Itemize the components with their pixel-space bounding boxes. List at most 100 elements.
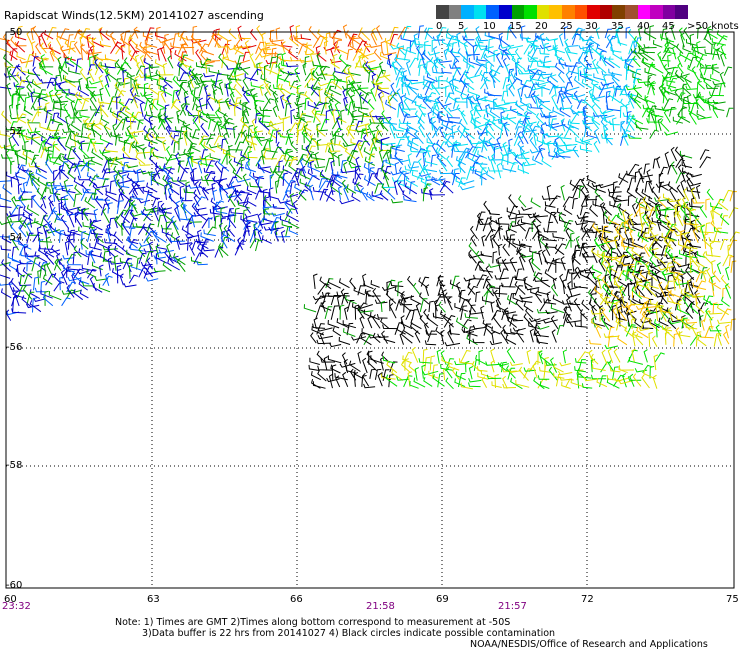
- wind-barb: [68, 212, 75, 228]
- wind-barb: [288, 226, 299, 236]
- wind-barb: [303, 304, 317, 313]
- wind-barb: [343, 328, 356, 337]
- legend-label: 15: [509, 21, 522, 32]
- wind-barb: [296, 129, 303, 144]
- wind-barb: [208, 144, 222, 149]
- wind-barb: [541, 156, 552, 168]
- wind-barb: [609, 120, 620, 126]
- legend-label: 20: [535, 21, 548, 32]
- wind-barb: [470, 118, 482, 131]
- wind-barb: [428, 300, 434, 313]
- wind-barb: [628, 356, 644, 365]
- legend-swatch: [650, 5, 663, 19]
- wind-barb: [331, 169, 343, 180]
- wind-barb: [60, 103, 65, 118]
- legend-swatch: [461, 5, 474, 19]
- wind-barb: [400, 319, 413, 330]
- wind-barb: [575, 137, 585, 145]
- wind-barb: [281, 42, 292, 54]
- wind-barb: [548, 195, 561, 207]
- wind-barb: [446, 113, 461, 119]
- wind-barb: [226, 39, 232, 54]
- wind-barb: [600, 361, 612, 373]
- wind-barb: [685, 307, 694, 319]
- wind-barb: [146, 257, 154, 270]
- wind-barb: [558, 33, 564, 47]
- wind-barb: [57, 136, 67, 151]
- wind-barb: [74, 184, 83, 196]
- wind-barb: [194, 205, 207, 211]
- wind-barb: [191, 214, 196, 228]
- wind-barb: [15, 171, 20, 186]
- wind-barb: [255, 240, 263, 252]
- wind-barb: [162, 84, 168, 97]
- wind-barb: [448, 47, 460, 54]
- wind-barb: [192, 25, 198, 40]
- wind-barb: [705, 250, 721, 258]
- wind-barb: [218, 69, 230, 76]
- wind-barb: [162, 62, 168, 76]
- wind-barb: [540, 277, 551, 288]
- wind-barb: [589, 205, 599, 217]
- wind-barb: [9, 218, 26, 223]
- wind-barb: [659, 56, 671, 62]
- wind-barb: [686, 94, 692, 109]
- wind-barb: [690, 323, 698, 338]
- wind-barb: [234, 37, 246, 48]
- wind-barb: [288, 162, 299, 174]
- wind-barb: [143, 206, 159, 211]
- wind-barb: [203, 167, 216, 175]
- wind-barb: [122, 174, 127, 188]
- wind-barb: [467, 283, 476, 295]
- wind-barb: [122, 153, 137, 160]
- wind-barb: [313, 273, 318, 289]
- wind-barb: [538, 249, 543, 265]
- wind-barb: [40, 64, 53, 76]
- wind-barb: [204, 85, 209, 97]
- wind-barb: [234, 59, 250, 65]
- wind-barb: [44, 290, 49, 306]
- legend-swatch: [524, 5, 537, 19]
- wind-barb: [374, 172, 384, 186]
- wind-barb: [628, 163, 640, 176]
- wind-barb: [487, 91, 502, 97]
- wind-barb: [486, 170, 495, 180]
- wind-barb: [551, 149, 563, 160]
- legend-label: 25: [560, 21, 573, 32]
- wind-barb: [611, 71, 620, 82]
- wind-barb: [192, 167, 197, 181]
- wind-barb: [626, 313, 631, 327]
- wind-barb: [406, 60, 411, 76]
- wind-barb: [394, 286, 405, 296]
- wind-barb: [369, 368, 376, 379]
- wind-barb: [618, 366, 635, 371]
- wind-barb: [332, 109, 337, 123]
- wind-barb: [45, 92, 62, 98]
- wind-barb: [658, 317, 669, 327]
- wind-barb: [128, 197, 137, 210]
- lat-label: -50: [6, 27, 23, 38]
- wind-barb: [386, 39, 391, 55]
- wind-barb: [725, 266, 730, 281]
- wind-barb: [8, 136, 14, 151]
- wind-barb: [162, 139, 167, 152]
- wind-barb: [468, 365, 474, 380]
- wind-barb: [422, 49, 432, 63]
- wind-barb: [128, 274, 139, 284]
- wind-barb: [476, 366, 488, 372]
- wind-barb: [389, 303, 397, 319]
- lat-label: -52: [6, 126, 23, 137]
- wind-speed-legend: 0 5 10 15 20 25 30 35 40 45 >50 knots: [436, 5, 739, 33]
- wind-barb: [99, 135, 111, 144]
- wind-barb: [546, 221, 554, 233]
- legend-swatch: [498, 5, 512, 19]
- wind-barb: [717, 319, 731, 325]
- wind-barb: [79, 111, 90, 118]
- wind-barb: [723, 66, 733, 76]
- wind-barb: [411, 309, 419, 321]
- wind-barb: [363, 59, 376, 64]
- wind-barb: [529, 136, 539, 151]
- wind-barb: [440, 329, 445, 345]
- wind-barb: [591, 247, 598, 264]
- wind-barb: [40, 289, 53, 299]
